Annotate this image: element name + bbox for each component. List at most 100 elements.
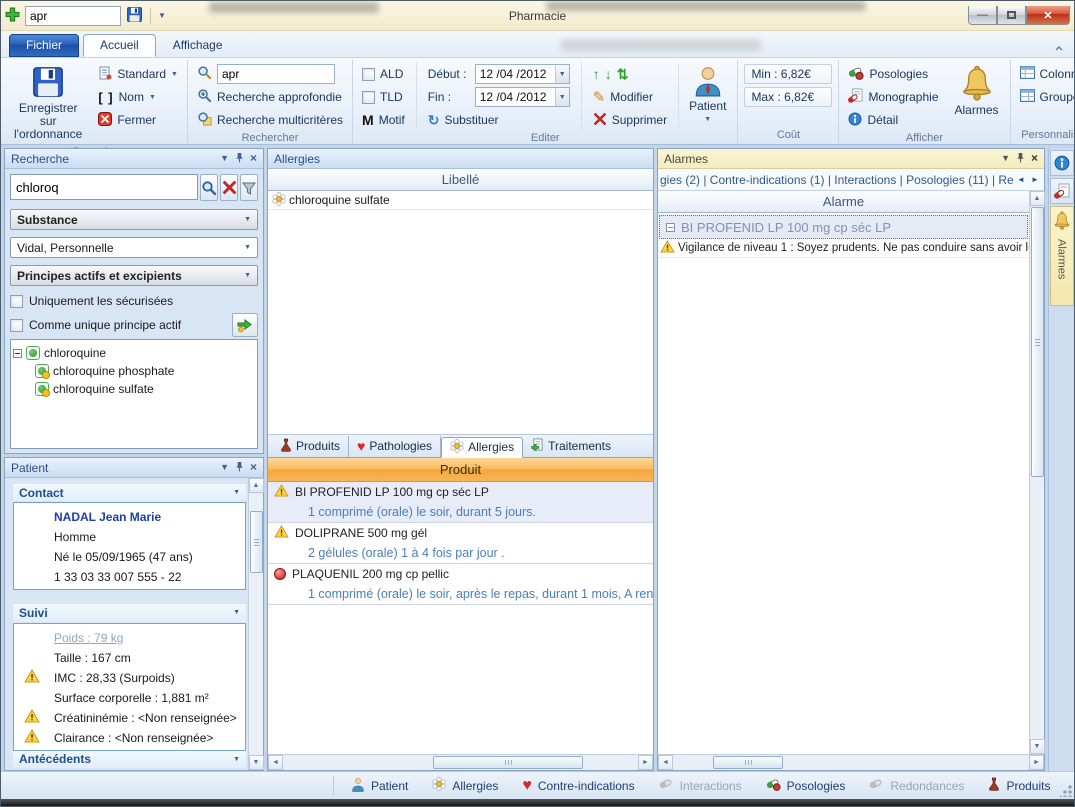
- close-icon[interactable]: ×: [1031, 154, 1038, 163]
- alarm-row[interactable]: Vigilance de niveau 1 : Soyez prudents. …: [658, 239, 1029, 258]
- monographie-button[interactable]: Monographie: [845, 87, 941, 107]
- securisees-check-row[interactable]: Uniquement les sécurisées: [10, 292, 258, 310]
- database-dropdown[interactable]: Vidal, Personnelle▼: [10, 237, 258, 258]
- tab-affichage[interactable]: Affichage: [156, 34, 240, 57]
- colonnes-button[interactable]: Colonnes: [1017, 64, 1075, 84]
- move-both-icon[interactable]: ⇅: [617, 67, 629, 81]
- poids-link[interactable]: Poids : 79 kg: [54, 631, 123, 645]
- posologies-button[interactable]: Posologies: [845, 64, 941, 84]
- fin-date-field[interactable]: 12 /04 /2012▼: [475, 87, 570, 107]
- move-up-icon[interactable]: ↑: [593, 67, 600, 81]
- detail-button[interactable]: Détail: [845, 110, 941, 130]
- nom-button[interactable]: [ ] Nom▼: [95, 87, 181, 107]
- product-posology[interactable]: 1 comprimé (orale) le soir, durant 5 jou…: [268, 502, 653, 523]
- status-patient[interactable]: Patient: [351, 777, 408, 795]
- principe-actif-checkbox[interactable]: [10, 319, 23, 332]
- close-button[interactable]: ✕: [1026, 6, 1070, 25]
- collapse-ribbon-icon[interactable]: [1054, 42, 1064, 52]
- tree-node-child[interactable]: chloroquine phosphate: [13, 362, 255, 380]
- product-name-row[interactable]: PLAQUENIL 200 mg cp pellic: [268, 564, 653, 584]
- resize-grip[interactable]: [1060, 785, 1072, 797]
- save-icon[interactable]: [126, 6, 143, 26]
- product-name-row[interactable]: BI PROFENID LP 100 mg cp séc LP: [268, 482, 653, 502]
- alarm-group-row[interactable]: BI PROFENID LP 100 mg cp séc LP: [659, 215, 1028, 239]
- groupes-button[interactable]: Groupes: [1017, 87, 1075, 107]
- debut-date-field[interactable]: 12 /04 /2012▼: [475, 64, 570, 84]
- product-posology[interactable]: 2 gélules (orale) 1 à 4 fois par jour .: [268, 543, 653, 564]
- maximize-button[interactable]: [997, 6, 1026, 25]
- product-row[interactable]: DOLIPRANE 500 mg gél 2 gélules (orale) 1…: [268, 523, 653, 564]
- status-allergies[interactable]: Allergies: [432, 777, 498, 794]
- collapse-node-icon[interactable]: [13, 349, 22, 358]
- recherche-multicriteres-button[interactable]: Recherche multicritères: [194, 110, 346, 130]
- scroll-left-icon[interactable]: ◄: [658, 755, 673, 770]
- panel-menu-icon[interactable]: ▼: [220, 154, 229, 163]
- quick-search-input[interactable]: [25, 6, 121, 26]
- scroll-thumb[interactable]: [1031, 207, 1044, 477]
- dock-monographie-button[interactable]: [1050, 178, 1074, 204]
- alarmes-button[interactable]: Alarmes: [950, 62, 1004, 120]
- minimize-button[interactable]: —: [968, 6, 997, 25]
- tab-traitements[interactable]: Traitements: [523, 436, 619, 457]
- modifier-button[interactable]: ✎Modifier: [590, 87, 670, 107]
- scroll-thumb[interactable]: [713, 756, 783, 769]
- alarm-hscrollbar[interactable]: ◄ ►: [658, 754, 1044, 770]
- patient-button[interactable]: Patient ▼: [678, 62, 731, 129]
- tab-fichier[interactable]: Fichier: [9, 34, 79, 57]
- tld-checkbox-row[interactable]: TLD: [359, 87, 408, 107]
- product-name-row[interactable]: DOLIPRANE 500 mg gél: [268, 523, 653, 543]
- scroll-down-icon[interactable]: ▼: [249, 755, 264, 770]
- scroll-up-icon[interactable]: ▲: [249, 478, 264, 493]
- ald-checkbox-row[interactable]: ALD: [359, 64, 408, 84]
- status-contre-indications[interactable]: ♥ Contre-indications: [522, 779, 634, 793]
- alarm-category-tabs[interactable]: gies (2) | Contre-indications (1) | Inte…: [658, 169, 1044, 191]
- tree-node-root[interactable]: chloroquine: [13, 344, 255, 362]
- tree-node-child[interactable]: chloroquine sulfate: [13, 380, 255, 398]
- scroll-left-icon[interactable]: ◄: [268, 755, 283, 770]
- filter-button[interactable]: [240, 174, 258, 201]
- alarme-column-header[interactable]: Alarme: [658, 191, 1029, 213]
- motif-button[interactable]: MMotif: [359, 110, 408, 130]
- contact-section-header[interactable]: Contact▼: [13, 484, 246, 501]
- supprimer-button[interactable]: Supprimer: [590, 110, 670, 130]
- status-redondances[interactable]: Redondances: [869, 778, 964, 794]
- move-down-icon[interactable]: ↓: [605, 67, 612, 81]
- patient-scrollbar[interactable]: ▲ ▼: [248, 478, 263, 770]
- pin-icon[interactable]: [235, 152, 244, 165]
- product-posology[interactable]: 1 comprimé (orale) le soir, après le rep…: [268, 584, 653, 605]
- dock-detail-button[interactable]: [1050, 150, 1074, 176]
- save-ordonnance-button[interactable]: Enregistrer sur l'ordonnance: [9, 62, 87, 144]
- scroll-up-icon[interactable]: ▲: [1030, 191, 1045, 206]
- status-produits[interactable]: Produits: [988, 777, 1050, 794]
- status-interactions[interactable]: Interactions: [659, 778, 742, 794]
- collapse-group-icon[interactable]: [666, 223, 675, 232]
- ribbon-search-input[interactable]: [217, 64, 335, 84]
- pin-icon[interactable]: [235, 461, 244, 474]
- securisees-checkbox[interactable]: [10, 295, 23, 308]
- tld-checkbox[interactable]: [362, 91, 375, 104]
- principe-actif-check-row[interactable]: Comme unique principe actif: [10, 316, 258, 334]
- recherche-approfondie-button[interactable]: Recherche approfondie: [194, 87, 346, 107]
- fermer-button[interactable]: Fermer: [95, 110, 181, 130]
- scroll-thumb[interactable]: [250, 511, 263, 573]
- poids-row[interactable]: Poids : 79 kg: [14, 628, 245, 648]
- close-icon[interactable]: ×: [250, 154, 257, 163]
- tab-pathologies[interactable]: ♥ Pathologies: [349, 436, 441, 457]
- search-button[interactable]: [200, 174, 218, 201]
- scroll-thumb[interactable]: [433, 756, 583, 769]
- qat-dropdown-icon[interactable]: ▼: [158, 11, 166, 20]
- substance-search-input[interactable]: [10, 174, 198, 200]
- ald-checkbox[interactable]: [362, 68, 375, 81]
- add-allergy-button[interactable]: [232, 313, 258, 337]
- scroll-right-icon[interactable]: ►: [638, 755, 653, 770]
- clear-search-button[interactable]: [220, 174, 238, 201]
- fin-date-dropdown[interactable]: ▼: [555, 88, 569, 106]
- scroll-right-icon[interactable]: ►: [1029, 755, 1044, 770]
- debut-date-dropdown[interactable]: ▼: [555, 65, 569, 83]
- pin-icon[interactable]: [1016, 152, 1025, 165]
- close-icon[interactable]: ×: [250, 463, 257, 472]
- principes-dropdown[interactable]: Principes actifs et excipients▼: [10, 265, 258, 286]
- search-type-dropdown[interactable]: Substance▼: [10, 209, 258, 230]
- alarm-tabs-text[interactable]: gies (2) | Contre-indications (1) | Inte…: [660, 173, 1014, 187]
- standard-button[interactable]: Standard▼: [95, 64, 181, 84]
